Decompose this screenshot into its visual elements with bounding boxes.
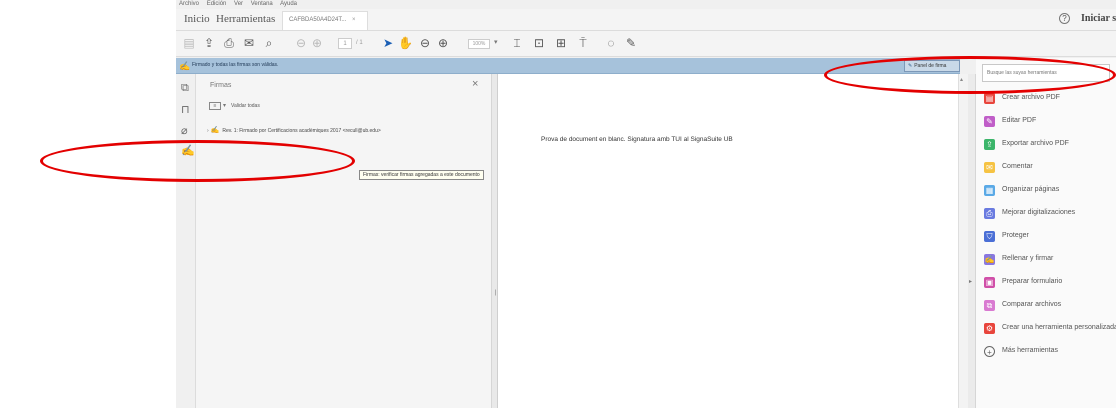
select-cursor-icon[interactable]: ➤: [382, 37, 394, 50]
comment-icon: ✉: [984, 162, 995, 173]
signature-valid-icon: ✍: [179, 61, 191, 71]
organize-pages-icon: ▦: [984, 185, 995, 196]
signature-valid-icon: ✍: [210, 127, 220, 134]
search-icon[interactable]: ⌕: [262, 37, 276, 50]
stamp-icon[interactable]: ⍑: [576, 37, 590, 50]
tool-item-label: Exportar archivo PDF: [1002, 140, 1069, 147]
save-icon[interactable]: ▤: [182, 37, 196, 50]
comment-icon[interactable]: ◌: [604, 37, 618, 50]
tool-item-label: Editar PDF: [1002, 117, 1037, 124]
page-thumbnails-icon[interactable]: ⧉: [181, 82, 189, 95]
tab-home[interactable]: Inicio: [184, 13, 210, 25]
hand-tool-icon[interactable]: ✋: [398, 37, 413, 50]
collapse-tools-icon[interactable]: ▸: [969, 278, 972, 285]
custom-tool-icon: ⚙: [984, 323, 995, 334]
tool-item[interactable]: ⚙ Crear una herramienta personalizada: [984, 322, 1116, 338]
zoom-dropdown-icon[interactable]: ▾: [494, 38, 498, 46]
menu-ventana[interactable]: Ventana: [251, 1, 273, 7]
tool-item[interactable]: ▤ Crear archivo PDF: [984, 92, 1116, 108]
document-text: Prova de document en blanc. Signatura am…: [541, 136, 733, 143]
edit-pdf-icon: ✎: [984, 116, 995, 127]
tool-item-label: Mejorar digitalizaciones: [1002, 209, 1076, 216]
export-pdf-icon: ⇪: [984, 139, 995, 150]
signin-button[interactable]: Iniciar sesión: [1081, 13, 1116, 24]
document-scrollbar[interactable]: ▴: [958, 74, 968, 408]
previous-page-icon[interactable]: ⊖: [294, 37, 308, 50]
document-page: Prova de document en blanc. Signatura am…: [498, 74, 958, 408]
expand-chevron-icon[interactable]: ›: [207, 128, 209, 134]
tool-item-label: Crear una herramienta personalizada: [1002, 324, 1116, 331]
tool-item-label: Rellenar y firmar: [1002, 255, 1054, 262]
help-icon[interactable]: ?: [1059, 13, 1070, 24]
menu-ver[interactable]: Ver: [234, 1, 243, 7]
tool-item[interactable]: ⛉ Proteger: [984, 230, 1116, 246]
main-toolbar: ▤ ⇪ ⎙ ✉ ⌕ ⊖ ⊕ 1 / 1 ➤ ✋ ⊖ ⊕ 100% ▾ ⌶ ⊡ ⊞…: [176, 31, 1116, 57]
signature-row[interactable]: › ✍ Rev. 1: Firmado por Certificacions aca…: [207, 126, 381, 134]
tool-item-label: Organizar páginas: [1002, 186, 1060, 193]
menu-ayuda[interactable]: Ayuda: [280, 1, 297, 7]
tool-item-label: Comparar archivos: [1002, 301, 1062, 308]
attachment-icon[interactable]: ⌀: [181, 124, 188, 137]
create-pdf-icon: ▤: [984, 93, 995, 104]
signatures-tooltip: Firmas: verificar firmas agregadas a est…: [359, 170, 484, 180]
tool-item[interactable]: ▣ Preparar formulario: [984, 276, 1116, 292]
menu-bar: Archivo Edición Ver Ventana Ayuda: [176, 0, 1116, 8]
signature-row-label: Rev. 1: Firmado por Certificacions acadè…: [222, 128, 381, 134]
annotation-ellipse-signature-panel: [824, 56, 1116, 94]
tool-item[interactable]: + Más herramientas: [984, 345, 1116, 361]
close-tab-icon[interactable]: ×: [352, 17, 356, 23]
close-panel-icon[interactable]: ×: [472, 78, 478, 90]
menu-archivo[interactable]: Archivo: [179, 1, 199, 7]
bookmark-icon[interactable]: ⊓: [181, 103, 190, 116]
tools-panel-splitter[interactable]: ▸: [968, 74, 976, 408]
tab-bar: Inicio Herramientas CAFBDA50A4D24T... × …: [176, 9, 1116, 31]
annotation-ellipse-signatures: [40, 140, 355, 182]
zoom-in-icon[interactable]: ⊕: [436, 37, 450, 50]
tab-tools[interactable]: Herramientas: [216, 13, 275, 25]
compare-icon: ⧉: [984, 300, 995, 311]
tab-document[interactable]: CAFBDA50A4D24T... ×: [282, 11, 368, 30]
tool-item[interactable]: ✉ Comentar: [984, 161, 1116, 177]
page-number-input[interactable]: 1: [338, 38, 352, 49]
next-page-icon[interactable]: ⊕: [310, 37, 324, 50]
options-dropdown-icon[interactable]: ▾: [223, 102, 226, 109]
tool-item[interactable]: ⧉ Comparar archivos: [984, 299, 1116, 315]
fill-sign-icon: ✍: [984, 254, 995, 265]
tool-item[interactable]: ✎ Editar PDF: [984, 115, 1116, 131]
tool-item[interactable]: ⇪ Exportar archivo PDF: [984, 138, 1116, 154]
document-tab-label: CAFBDA50A4D24T...: [289, 17, 347, 23]
tool-item-label: Preparar formulario: [1002, 278, 1063, 285]
email-icon[interactable]: ✉: [242, 37, 256, 50]
enhance-scans-icon: ⎙: [984, 208, 995, 219]
page-total: / 1: [356, 40, 363, 46]
tool-item-label: Crear archivo PDF: [1002, 94, 1060, 101]
highlight-pen-icon[interactable]: ✎: [624, 37, 638, 50]
tool-item[interactable]: ▦ Organizar páginas: [984, 184, 1116, 200]
more-tools-icon: +: [984, 346, 995, 357]
zoom-out-icon[interactable]: ⊖: [418, 37, 432, 50]
upload-icon[interactable]: ⇪: [202, 37, 216, 50]
tool-item[interactable]: ✍ Rellenar y firmar: [984, 253, 1116, 269]
validate-all-button[interactable]: Validar todas: [231, 103, 260, 109]
signature-status-text: Firmado y todas las firmas son válidas.: [192, 62, 279, 68]
left-navigation-rail: ⧉ ⊓ ⌀ ✍: [176, 74, 196, 408]
full-screen-icon[interactable]: ⊡: [532, 37, 546, 50]
options-menu-icon[interactable]: ≡: [209, 102, 221, 110]
fit-page-icon[interactable]: ⌶: [510, 37, 524, 50]
print-icon[interactable]: ⎙: [222, 37, 236, 50]
tool-item-label: Más herramientas: [1002, 347, 1059, 354]
protect-icon: ⛉: [984, 231, 995, 242]
tool-item-label: Proteger: [1002, 232, 1029, 239]
signatures-panel-title: Firmas: [210, 82, 232, 89]
tool-item-label: Comentar: [1002, 163, 1033, 170]
scroll-mode-icon[interactable]: ⊞: [554, 37, 568, 50]
menu-edicion[interactable]: Edición: [207, 1, 227, 7]
tools-pane: ▤ Crear archivo PDF ✎ Editar PDF ⇪ Exportar a…: [976, 58, 1116, 408]
zoom-level-input[interactable]: 100%: [468, 39, 490, 49]
tool-item[interactable]: ⎙ Mejorar digitalizaciones: [984, 207, 1116, 223]
signatures-panel: Firmas × ≡ ▾ Validar todas › ✍ Rev. 1: Fir…: [196, 74, 492, 408]
prepare-form-icon: ▣: [984, 277, 995, 288]
